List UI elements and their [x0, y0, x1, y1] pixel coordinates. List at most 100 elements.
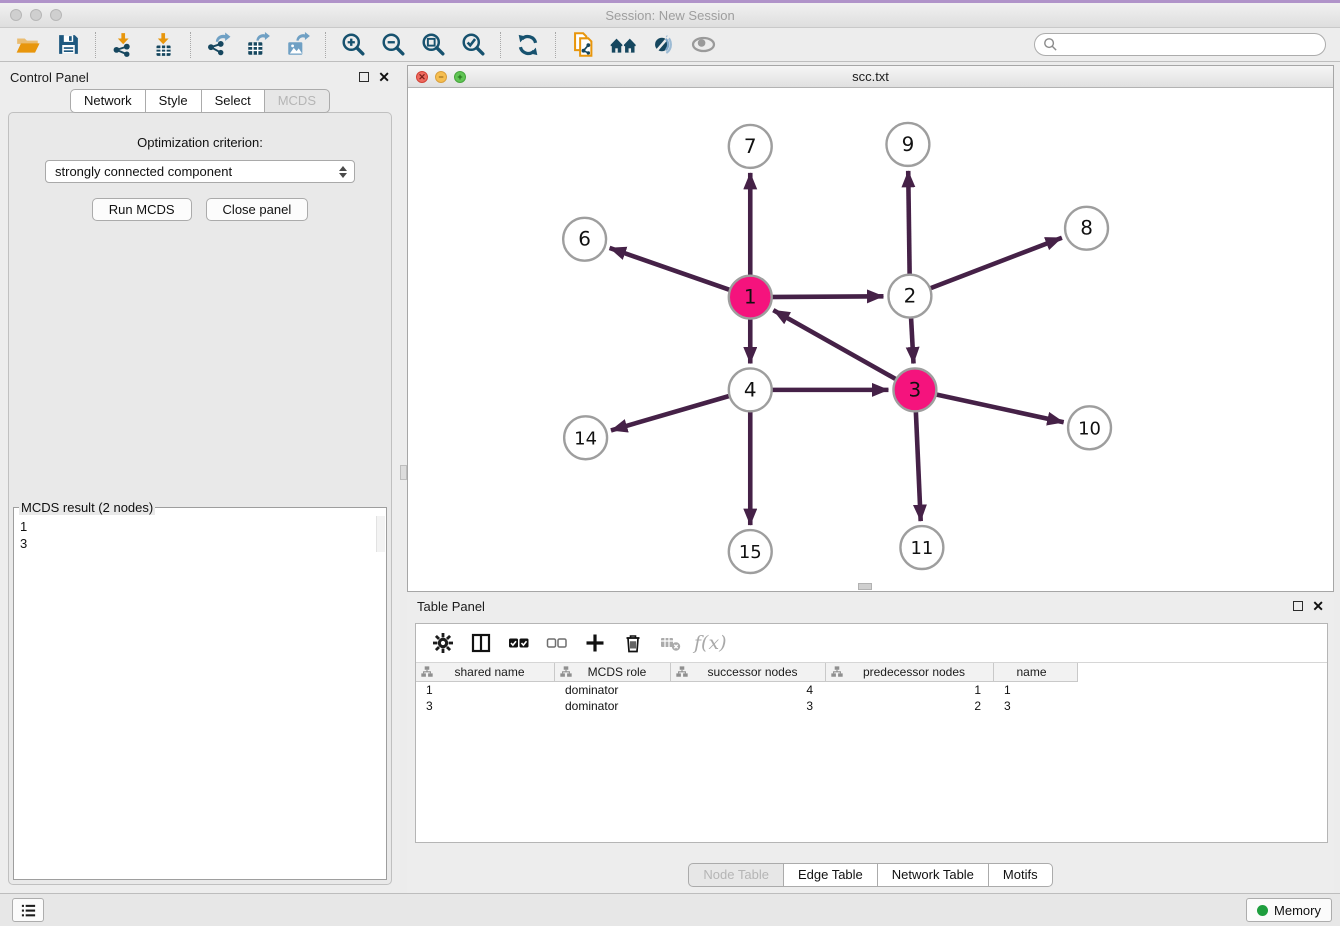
delete-rows-button[interactable]	[618, 628, 648, 658]
close-panel-icon[interactable]: ✕	[378, 72, 390, 82]
cell-predecessor-nodes[interactable]: 2	[826, 698, 994, 714]
node-table-scrollpane: f(x) shared nameMCDS rolesuccessor nodes…	[415, 623, 1328, 843]
column-header-successor-nodes[interactable]: successor nodes	[671, 663, 826, 682]
node-14[interactable]: 14	[564, 416, 607, 459]
node-7[interactable]: 7	[729, 125, 772, 168]
import-network-button[interactable]	[108, 30, 138, 60]
column-header-mcds-role[interactable]: MCDS role	[555, 663, 671, 682]
divider-handle[interactable]	[400, 465, 407, 480]
network-window-titlebar[interactable]: ✕ − + scc.txt	[408, 66, 1333, 88]
network-canvas[interactable]: 1 2 3 4 6 7 8 9 10 11 14 15	[408, 88, 1333, 591]
float-panel-icon[interactable]	[359, 72, 369, 82]
network-graph[interactable]: 1 2 3 4 6 7 8 9 10 11 14 15	[408, 88, 1333, 591]
node-9[interactable]: 9	[886, 123, 929, 166]
export-image-button[interactable]	[283, 30, 313, 60]
tab-network[interactable]: Network	[70, 89, 145, 113]
cell-shared-name[interactable]: 3	[416, 698, 555, 714]
unselect-all-columns-button[interactable]	[542, 628, 572, 658]
export-table-icon	[245, 32, 271, 58]
zoom-in-icon	[340, 31, 367, 58]
result-line: 3	[20, 535, 380, 552]
run-mcds-button[interactable]: Run MCDS	[92, 198, 192, 221]
node-6[interactable]: 6	[563, 218, 606, 261]
tab-network-table[interactable]: Network Table	[877, 863, 988, 887]
tab-edge-table[interactable]: Edge Table	[783, 863, 877, 887]
node-4[interactable]: 4	[729, 368, 772, 411]
node-3[interactable]: 3	[893, 368, 936, 411]
cell-name[interactable]: 3	[994, 698, 1078, 714]
tab-node-table[interactable]: Node Table	[688, 863, 783, 887]
tab-style[interactable]: Style	[145, 89, 201, 113]
toolbar-separator	[555, 32, 556, 58]
column-hierarchy-icon	[560, 666, 572, 678]
column-header-predecessor-nodes[interactable]: predecessor nodes	[826, 663, 994, 682]
svg-text:2: 2	[904, 284, 917, 308]
node-11[interactable]: 11	[900, 526, 943, 569]
select-stepper-icon	[337, 166, 349, 178]
hide-graphics-details-button[interactable]	[688, 30, 718, 60]
control-panel-title: Control Panel	[10, 70, 89, 85]
export-table-button[interactable]	[243, 30, 273, 60]
list-icon	[20, 902, 37, 919]
apply-function-button[interactable]: f(x)	[694, 628, 727, 658]
search-box[interactable]	[1034, 33, 1326, 56]
mcds-result-title: MCDS result (2 nodes)	[19, 500, 155, 515]
show-columns-button[interactable]	[466, 628, 496, 658]
main-toolbar	[0, 28, 1340, 62]
fit-content-button[interactable]	[418, 30, 448, 60]
import-table-button[interactable]	[148, 30, 178, 60]
column-header-shared-name[interactable]: shared name	[416, 663, 555, 682]
tab-motifs[interactable]: Motifs	[988, 863, 1053, 887]
zoom-selected-button[interactable]	[458, 30, 488, 60]
mcds-result-box: MCDS result (2 nodes) 13	[13, 500, 387, 880]
edge-3-1[interactable]	[773, 310, 915, 390]
cell-name[interactable]: 1	[994, 682, 1078, 698]
table-settings-button[interactable]	[428, 628, 458, 658]
split-divider[interactable]	[400, 62, 407, 893]
open-file-button[interactable]	[13, 30, 43, 60]
save-session-button[interactable]	[53, 30, 83, 60]
edge-3-10[interactable]	[915, 390, 1064, 422]
task-history-button[interactable]	[12, 898, 44, 922]
tab-mcds[interactable]: MCDS	[264, 89, 330, 113]
eye-icon	[690, 31, 717, 58]
node-10[interactable]: 10	[1068, 406, 1111, 449]
node-8[interactable]: 8	[1065, 207, 1108, 250]
search-input[interactable]	[1062, 37, 1317, 52]
search-icon	[1043, 37, 1058, 52]
cell-mcds-role[interactable]: dominator	[555, 698, 671, 714]
close-table-panel-icon[interactable]: ✕	[1312, 601, 1324, 611]
mcds-panel: Optimization criterion: strongly connect…	[8, 112, 392, 885]
node-15[interactable]: 15	[729, 530, 772, 573]
column-header-name[interactable]: name	[994, 663, 1078, 682]
refresh-view-button[interactable]	[513, 30, 543, 60]
first-neighbors-button[interactable]	[608, 30, 638, 60]
node-2[interactable]: 2	[888, 275, 931, 318]
table-row[interactable]: 3dominator323	[416, 698, 1327, 714]
zoom-in-button[interactable]	[338, 30, 368, 60]
node-1[interactable]: 1	[729, 276, 772, 319]
optimization-criterion-label: Optimization criterion:	[9, 135, 391, 150]
canvas-hscroll-thumb[interactable]	[858, 583, 872, 590]
cell-shared-name[interactable]: 1	[416, 682, 555, 698]
float-table-panel-icon[interactable]	[1293, 601, 1303, 611]
zoom-out-button[interactable]	[378, 30, 408, 60]
network-from-selection-button[interactable]	[568, 30, 598, 60]
table-row[interactable]: 1dominator411	[416, 682, 1327, 698]
cell-mcds-role[interactable]: dominator	[555, 682, 671, 698]
optimization-criterion-select[interactable]: strongly connected component	[45, 160, 355, 183]
export-network-button[interactable]	[203, 30, 233, 60]
select-all-columns-button[interactable]	[504, 628, 534, 658]
close-panel-button[interactable]: Close panel	[206, 198, 309, 221]
show-graphics-details-button[interactable]	[648, 30, 678, 60]
edge-2-8[interactable]	[910, 238, 1062, 296]
result-scrollbar[interactable]	[376, 516, 385, 552]
delete-table-button[interactable]	[656, 628, 686, 658]
cell-successor-nodes[interactable]: 3	[671, 698, 826, 714]
memory-button[interactable]: Memory	[1246, 898, 1332, 922]
tab-select[interactable]: Select	[201, 89, 264, 113]
cell-successor-nodes[interactable]: 4	[671, 682, 826, 698]
cell-predecessor-nodes[interactable]: 1	[826, 682, 994, 698]
add-row-button[interactable]	[580, 628, 610, 658]
memory-label: Memory	[1274, 903, 1321, 918]
